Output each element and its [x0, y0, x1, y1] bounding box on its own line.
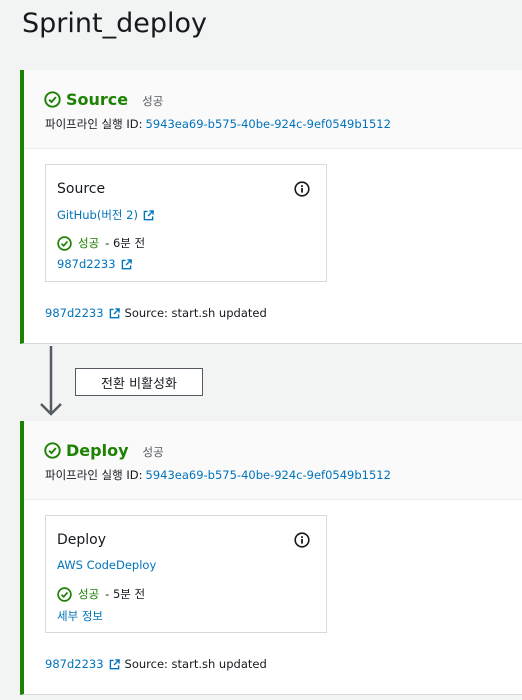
stage-name: Deploy: [66, 441, 129, 460]
commit-row: 987d2233 Source: start.sh updated: [45, 306, 267, 320]
commit-id-link[interactable]: 987d2233: [45, 306, 104, 320]
success-check-icon: [44, 91, 61, 108]
stage-deploy: Deploy 성공 파이프라인 실행 ID: 5943ea69-b575-40be…: [20, 421, 522, 695]
commit-message: Source: start.sh updated: [124, 657, 267, 671]
action-provider-link[interactable]: AWS CodeDeploy: [57, 558, 156, 572]
stage-source: Source 성공 파이프라인 실행 ID: 5943ea69-b575-40be…: [20, 70, 522, 344]
execution-id-row: 파이프라인 실행 ID: 5943ea69-b575-40be-924c-9ef0…: [45, 116, 391, 132]
external-link-icon: [143, 209, 154, 220]
disable-transition-button[interactable]: 전환 비활성화: [75, 368, 203, 396]
action-status-text: 성공: [78, 587, 100, 601]
external-link-icon[interactable]: [109, 307, 120, 319]
action-status-row: 성공 - 6분 전: [57, 235, 145, 251]
stage-header: Deploy 성공 파이프라인 실행 ID: 5943ea69-b575-40be…: [24, 421, 522, 500]
execution-id-label: 파이프라인 실행 ID:: [45, 117, 143, 131]
stage-status: 성공: [142, 93, 164, 108]
commit-message: Source: start.sh updated: [124, 306, 267, 320]
success-check-icon: [44, 442, 61, 459]
info-icon[interactable]: [294, 181, 310, 197]
external-link-icon: [121, 258, 132, 269]
success-check-icon: [57, 235, 72, 251]
action-provider-label: GitHub(버전 2): [57, 208, 138, 222]
action-status-time: - 5분 전: [105, 587, 146, 601]
commit-row: 987d2233 Source: start.sh updated: [45, 657, 267, 671]
action-provider-label: AWS CodeDeploy: [57, 558, 157, 572]
external-link-icon[interactable]: [109, 658, 120, 670]
action-card-deploy: Deploy AWS CodeDeploy 성공 - 5분 전 세부 정보: [45, 515, 327, 633]
down-arrow-icon: [40, 346, 62, 416]
execution-id-link[interactable]: 5943ea69-b575-40be-924c-9ef0549b1512: [146, 117, 391, 131]
success-check-icon: [57, 586, 72, 602]
action-status-row: 성공 - 5분 전: [57, 586, 145, 602]
action-status-time: - 6분 전: [105, 236, 146, 250]
stage-transition: 전환 비활성화: [0, 344, 522, 421]
action-commit-label: 987d2233: [57, 257, 116, 271]
action-details-label: 세부 정보: [57, 609, 103, 623]
stage-status: 성공: [142, 444, 164, 459]
action-provider-link[interactable]: GitHub(버전 2): [57, 207, 154, 223]
execution-id-link[interactable]: 5943ea69-b575-40be-924c-9ef0549b1512: [146, 468, 391, 482]
info-icon[interactable]: [294, 532, 310, 548]
action-status-text: 성공: [78, 236, 100, 250]
action-details-link[interactable]: 세부 정보: [57, 608, 103, 624]
action-name: Deploy: [57, 532, 107, 548]
commit-id-link[interactable]: 987d2233: [45, 657, 104, 671]
action-commit-link[interactable]: 987d2233: [57, 257, 132, 271]
action-name: Source: [57, 181, 106, 197]
execution-id-label: 파이프라인 실행 ID:: [45, 468, 143, 482]
page-title: Sprint_deploy: [22, 8, 207, 39]
action-card-source: Source GitHub(버전 2) 성공 - 6분 전 987d2233: [45, 164, 327, 282]
stage-name: Source: [66, 90, 129, 109]
stage-header: Source 성공 파이프라인 실행 ID: 5943ea69-b575-40be…: [24, 70, 522, 149]
execution-id-row: 파이프라인 실행 ID: 5943ea69-b575-40be-924c-9ef0…: [45, 467, 391, 483]
